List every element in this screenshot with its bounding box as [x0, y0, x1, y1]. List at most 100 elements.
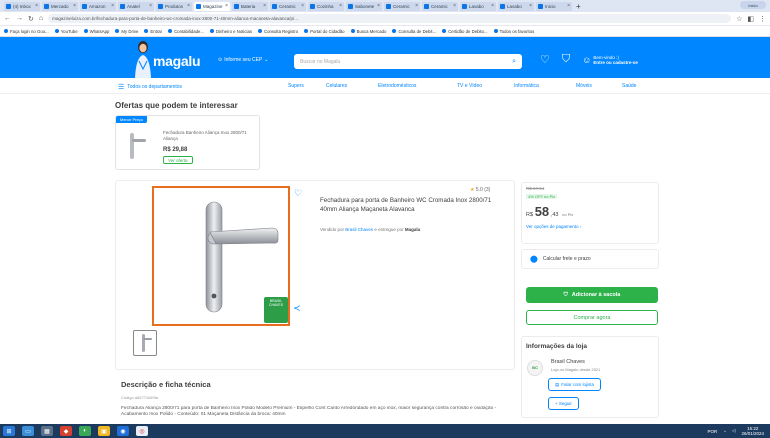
- brasil-chaves-seal: BRASIL CHAVES: [264, 297, 288, 323]
- bookmark-item[interactable]: YouTube: [54, 29, 78, 34]
- browser-tab[interactable]: Inicio ×: [536, 1, 572, 11]
- reload-icon[interactable]: ↻: [28, 15, 34, 23]
- nav-item-tv-video[interactable]: TV e Vídeo: [457, 83, 482, 89]
- add-to-bag-button[interactable]: ⛉ Adicionar à sacola: [526, 287, 658, 303]
- browser-tab[interactable]: Ceramic ×: [422, 1, 458, 11]
- menu-icon[interactable]: ⋮: [759, 15, 766, 23]
- nav-item-eletrodomesticos[interactable]: Eletrodomésticos: [378, 83, 416, 89]
- login-button[interactable]: ☺ Bem-vindo :) Entre ou cadastre-se: [582, 55, 638, 65]
- share-icon[interactable]: ≺: [293, 303, 301, 314]
- bookmark-item[interactable]: WhatsApp: [83, 29, 109, 34]
- tab-label: Lavabo: [507, 3, 522, 9]
- browser-tab[interactable]: Magazine ×: [194, 1, 230, 11]
- taskbar-app-icon[interactable]: ◉: [117, 426, 129, 436]
- offer-card[interactable]: Menor Preço Fechadura Banheiro Aliança I…: [115, 115, 260, 170]
- bookmark-favicon-icon: [83, 29, 88, 33]
- volume-icon[interactable]: ◁: [732, 428, 735, 434]
- chat-label: Falar com lojista: [561, 382, 595, 387]
- browser-tab[interactable]: Lavabo ×: [460, 1, 496, 11]
- network-icon[interactable]: ◔: [723, 429, 726, 434]
- bookmark-item[interactable]: Certidão de Debito...: [442, 29, 488, 34]
- nav-item-moveis[interactable]: Móveis: [576, 83, 592, 89]
- close-tab-icon[interactable]: ×: [567, 3, 570, 9]
- bookmark-item[interactable]: My Drive: [115, 29, 138, 34]
- bookmark-item[interactable]: Consulta Registro: [258, 29, 298, 34]
- follow-store-button[interactable]: + Seguir: [548, 397, 579, 410]
- buy-now-button[interactable]: Comprar agora: [526, 310, 658, 325]
- clock[interactable]: 15:22 26/01/2024: [741, 426, 764, 436]
- home-icon[interactable]: ⌂: [39, 15, 43, 22]
- clock-date: 26/01/2024: [741, 431, 764, 436]
- profile-button[interactable]: Inicio: [740, 1, 766, 9]
- close-tab-icon[interactable]: ×: [529, 3, 532, 9]
- bookmark-item[interactable]: Consulta de Debit...: [392, 29, 436, 34]
- bookmark-star-icon[interactable]: ☆: [736, 15, 742, 23]
- language-indicator[interactable]: POR: [708, 429, 718, 434]
- favorites-heart-icon[interactable]: ♡: [540, 53, 550, 66]
- browser-tab[interactable]: Ceramic ×: [270, 1, 306, 11]
- cart-bag-icon[interactable]: ⛉: [562, 53, 570, 66]
- bookmark-item[interactable]: Entrar: [144, 29, 162, 34]
- bookmark-item[interactable]: Portal do Cidadão: [304, 29, 345, 34]
- taskbar-app-icon[interactable]: ▭: [22, 426, 34, 436]
- taskbar-app-icon[interactable]: ◆: [60, 426, 72, 436]
- close-tab-icon[interactable]: ×: [339, 3, 342, 9]
- browser-tab[interactable]: Sabonete ×: [346, 1, 382, 11]
- close-tab-icon[interactable]: ×: [225, 3, 228, 9]
- browser-tab[interactable]: (4) Inbox ×: [4, 1, 40, 11]
- close-tab-icon[interactable]: ×: [453, 3, 456, 9]
- close-tab-icon[interactable]: ×: [73, 3, 76, 9]
- bookmark-item[interactable]: Contabilidade...: [168, 29, 204, 34]
- search-input[interactable]: Buscar no Magalu ⌕: [294, 54, 522, 69]
- magalu-logo[interactable]: magalu: [153, 53, 201, 69]
- close-tab-icon[interactable]: ×: [149, 3, 152, 9]
- browser-tab[interactable]: Amazon ×: [80, 1, 116, 11]
- url-input[interactable]: magazineluiza.com.br/fechadura-para-port…: [48, 14, 732, 23]
- store-name[interactable]: Brasil Chaves: [551, 359, 585, 365]
- product-rating[interactable]: ★ 5.0 (3): [470, 187, 490, 193]
- start-icon[interactable]: ⊞: [3, 426, 15, 436]
- nav-item-saude[interactable]: Saúde: [622, 83, 636, 89]
- taskbar-app-icon[interactable]: ◐: [79, 426, 91, 436]
- search-icon[interactable]: ⌕: [512, 58, 516, 66]
- freight-calculator[interactable]: ⬤ Calcular frete e prazo: [521, 249, 659, 269]
- back-icon[interactable]: ←: [4, 15, 11, 22]
- browser-tab[interactable]: Produtos ×: [156, 1, 192, 11]
- bookmark-item[interactable]: Faça login no Goo...: [4, 29, 49, 34]
- taskbar-app-icon[interactable]: ▦: [41, 426, 53, 436]
- taskbar-app-icon[interactable]: ▣: [98, 426, 110, 436]
- close-tab-icon[interactable]: ×: [491, 3, 494, 9]
- all-departments-menu[interactable]: ☰ Todos os departamentos: [118, 83, 182, 91]
- bookmark-item[interactable]: Todos os favoritos: [493, 29, 534, 34]
- close-tab-icon[interactable]: ×: [415, 3, 418, 9]
- nav-item-supers[interactable]: Supers: [288, 83, 304, 89]
- bookmark-item[interactable]: Dinheiro e Noticias: [209, 29, 252, 34]
- new-tab-button[interactable]: +: [576, 2, 581, 11]
- browser-tab[interactable]: Anatel ×: [118, 1, 154, 11]
- product-thumbnail[interactable]: [133, 330, 157, 356]
- browser-tab[interactable]: Lavabo ×: [498, 1, 534, 11]
- bookmark-item[interactable]: Busca Mercado: [350, 29, 386, 34]
- browser-tab[interactable]: Ceramic ×: [384, 1, 420, 11]
- close-tab-icon[interactable]: ×: [301, 3, 304, 9]
- nav-item-informatica[interactable]: Informática: [514, 83, 539, 89]
- see-offer-button[interactable]: Ver oferta: [163, 156, 193, 164]
- close-tab-icon[interactable]: ×: [35, 3, 38, 9]
- extensions-icon[interactable]: ◧: [747, 15, 754, 23]
- close-tab-icon[interactable]: ×: [111, 3, 114, 9]
- close-tab-icon[interactable]: ×: [263, 3, 266, 9]
- seller-link[interactable]: Brasil Chaves: [345, 227, 373, 232]
- chrome-taskbar-icon[interactable]: ◎: [136, 426, 148, 436]
- browser-tab[interactable]: Bateria ×: [232, 1, 268, 11]
- favorite-heart-icon[interactable]: ♡: [294, 188, 302, 199]
- cep-selector[interactable]: ⊙ Informe seu CEP ⌄: [218, 57, 268, 63]
- close-tab-icon[interactable]: ×: [187, 3, 190, 9]
- store-logo[interactable]: BC: [527, 360, 543, 376]
- chat-with-seller-button[interactable]: ▤ Falar com lojista: [548, 378, 602, 391]
- close-tab-icon[interactable]: ×: [377, 3, 380, 9]
- nav-item-celulares[interactable]: Celulares: [326, 83, 347, 89]
- browser-tab[interactable]: Cozinha ×: [308, 1, 344, 11]
- forward-icon[interactable]: →: [16, 15, 23, 22]
- payment-options-link[interactable]: Ver opções de pagamento ›: [526, 224, 581, 229]
- browser-tab[interactable]: Mercado ×: [42, 1, 78, 11]
